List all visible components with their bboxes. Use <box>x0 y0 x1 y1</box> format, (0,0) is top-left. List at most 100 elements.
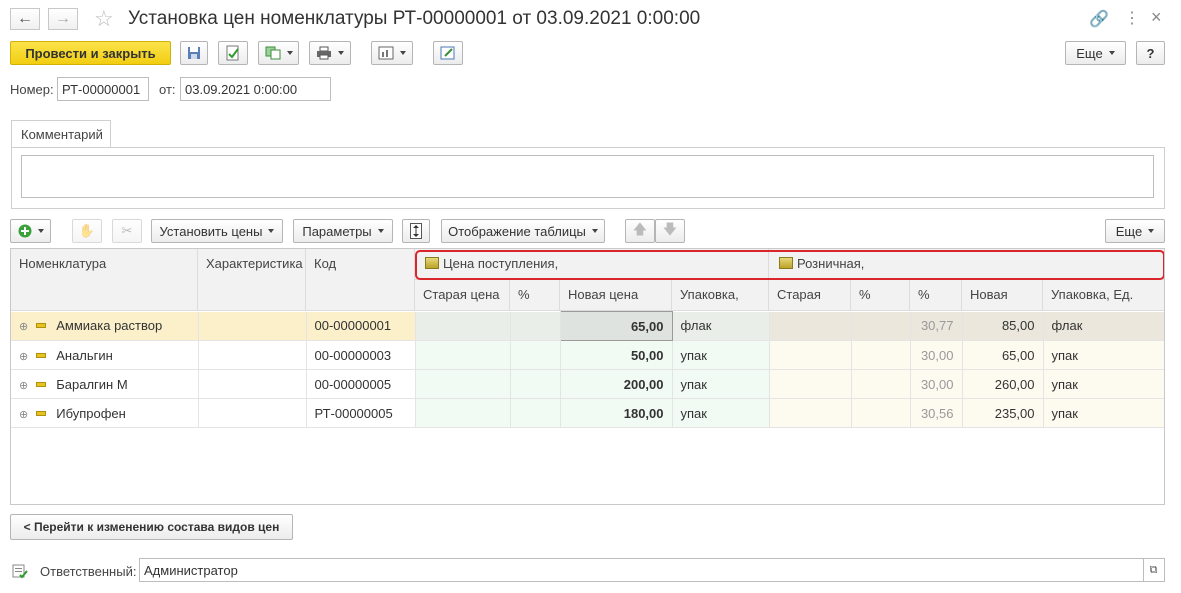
col-old-price[interactable]: Старая цена <box>415 280 510 311</box>
cell-new-price[interactable]: 50,00 <box>560 340 673 370</box>
cell-retail-pack[interactable]: флак <box>1043 311 1164 341</box>
cell-retail-percent-2[interactable]: 30,77 <box>910 311 963 341</box>
edit-button[interactable] <box>433 41 463 65</box>
cell-retail-percent-1[interactable] <box>851 340 911 370</box>
cell-retail-old[interactable] <box>769 311 852 341</box>
cell-old-price[interactable] <box>415 398 511 428</box>
create-based-on-button[interactable] <box>258 41 299 65</box>
col-characteristic[interactable]: Характеристика <box>198 249 306 311</box>
table-row[interactable]: ⊕ Анальгин 00-00000003 50,00 упак 30,00 65,00 у… <box>11 340 1164 370</box>
table-more-button[interactable]: Еще <box>1105 219 1165 243</box>
cell-characteristic[interactable] <box>198 369 307 399</box>
col-retail-old[interactable]: Старая <box>769 280 851 311</box>
cell-percent[interactable] <box>510 398 561 428</box>
cell-characteristic[interactable] <box>198 340 307 370</box>
expand-plus-icon[interactable]: ⊕ <box>19 380 28 392</box>
cell-old-price[interactable] <box>415 369 511 399</box>
cell-nomenclature[interactable]: ⊕ Анальгин <box>11 340 199 370</box>
cell-retail-percent-1[interactable] <box>851 369 911 399</box>
table-display-button[interactable]: Отображение таблицы <box>441 219 605 243</box>
set-prices-button[interactable]: Установить цены <box>151 219 283 243</box>
cell-retail-old[interactable] <box>769 398 852 428</box>
print-button[interactable] <box>309 41 351 65</box>
cell-old-price[interactable] <box>415 340 511 370</box>
col-retail-percent-1[interactable]: % <box>851 280 910 311</box>
number-field[interactable]: РТ-00000001 <box>57 77 149 101</box>
table-row[interactable]: ⊕ Баралгин М 00-00000005 200,00 упак 30,00 260… <box>11 369 1164 399</box>
close-icon[interactable]: × <box>1151 7 1162 28</box>
date-field[interactable]: 03.09.2021 0:00:00 <box>180 77 331 101</box>
add-row-button[interactable] <box>10 219 51 243</box>
col-retail-pack[interactable]: Упаковка, Ед. <box>1043 280 1164 311</box>
cell-retail-new[interactable]: 65,00 <box>962 340 1044 370</box>
cell-nomenclature[interactable]: ⊕ Баралгин М <box>11 369 199 399</box>
row-height-button[interactable] <box>402 219 430 243</box>
menu-dots-icon[interactable]: ⋮ <box>1124 8 1140 28</box>
cell-new-price[interactable]: 65,00 <box>559 311 673 341</box>
cell-percent[interactable] <box>510 311 561 341</box>
cell-pack[interactable]: флак <box>672 311 770 341</box>
goto-price-types-button[interactable]: < Перейти к изменению состава видов цен <box>10 514 293 540</box>
cell-retail-percent-2[interactable]: 30,00 <box>910 340 963 370</box>
cell-code[interactable]: РТ-00000005 <box>306 398 416 428</box>
save-button[interactable] <box>180 41 208 65</box>
table-row[interactable]: ⊕ Ибупрофен РТ-00000005 180,00 упак 30,56 235,… <box>11 398 1164 428</box>
cell-retail-new[interactable]: 85,00 <box>962 311 1044 341</box>
open-responsible-button[interactable]: ⧉ <box>1143 558 1165 582</box>
cell-percent[interactable] <box>510 369 561 399</box>
expand-plus-icon[interactable]: ⊕ <box>19 351 28 363</box>
col-pack[interactable]: Упаковка, <box>672 280 769 311</box>
reports-button[interactable] <box>371 41 413 65</box>
back-button[interactable]: ← <box>10 8 40 30</box>
col-code[interactable]: Код <box>306 249 415 311</box>
cell-code[interactable]: 00-00000001 <box>306 311 416 341</box>
more-button[interactable]: Еще <box>1065 41 1126 65</box>
cell-retail-old[interactable] <box>769 340 852 370</box>
cell-new-price[interactable]: 180,00 <box>560 398 673 428</box>
responsible-field[interactable]: Администратор <box>139 558 1144 582</box>
col-retail-percent-2[interactable]: % <box>910 280 962 311</box>
link-icon[interactable]: 🔗 <box>1089 9 1109 29</box>
col-new-price[interactable]: Новая цена <box>560 280 672 311</box>
favorite-star-icon[interactable]: ☆ <box>94 6 114 32</box>
cell-retail-old[interactable] <box>769 369 852 399</box>
help-button[interactable]: ? <box>1136 41 1165 65</box>
cell-retail-new[interactable]: 235,00 <box>962 398 1044 428</box>
cell-pack[interactable]: упак <box>672 340 770 370</box>
cell-new-price[interactable]: 200,00 <box>560 369 673 399</box>
cell-pack[interactable]: упак <box>672 369 770 399</box>
cell-retail-percent-2[interactable]: 30,00 <box>910 369 963 399</box>
cell-pack[interactable]: упак <box>672 398 770 428</box>
move-up-button[interactable]: 🡅 <box>625 219 655 243</box>
col-retail-new[interactable]: Новая <box>962 280 1043 311</box>
cell-retail-pack[interactable]: упак <box>1043 369 1164 399</box>
cell-retail-pack[interactable]: упак <box>1043 398 1164 428</box>
col-percent[interactable]: % <box>510 280 560 311</box>
clear-button[interactable]: ✂ <box>112 219 142 243</box>
tab-comment[interactable]: Комментарий <box>11 120 111 148</box>
cell-retail-percent-1[interactable] <box>851 311 911 341</box>
cell-retail-percent-1[interactable] <box>851 398 911 428</box>
cell-retail-pack[interactable]: упак <box>1043 340 1164 370</box>
cell-characteristic[interactable] <box>198 311 307 341</box>
move-down-button[interactable]: 🡇 <box>655 219 685 243</box>
cell-nomenclature[interactable]: ⊕ Аммиака раствор <box>11 311 199 341</box>
pick-button[interactable]: ✋ <box>72 219 102 243</box>
post-button[interactable] <box>218 41 248 65</box>
expand-plus-icon[interactable]: ⊕ <box>19 409 28 421</box>
table-row[interactable]: ⊕ Аммиака раствор 00-00000001 65,00 флак 30,7… <box>11 311 1164 341</box>
cell-nomenclature[interactable]: ⊕ Ибупрофен <box>11 398 199 428</box>
cell-code[interactable]: 00-00000005 <box>306 369 416 399</box>
cell-percent[interactable] <box>510 340 561 370</box>
cell-retail-new[interactable]: 260,00 <box>962 369 1044 399</box>
expand-plus-icon[interactable]: ⊕ <box>19 321 28 333</box>
parameters-button[interactable]: Параметры <box>293 219 393 243</box>
cell-old-price[interactable] <box>415 311 511 341</box>
post-and-close-button[interactable]: Провести и закрыть <box>10 41 171 65</box>
cell-characteristic[interactable] <box>198 398 307 428</box>
comment-textarea[interactable] <box>21 155 1154 198</box>
col-nomenclature[interactable]: Номенклатура <box>11 249 198 311</box>
cell-retail-percent-2[interactable]: 30,56 <box>910 398 963 428</box>
cell-code[interactable]: 00-00000003 <box>306 340 416 370</box>
forward-button[interactable]: → <box>48 8 78 30</box>
